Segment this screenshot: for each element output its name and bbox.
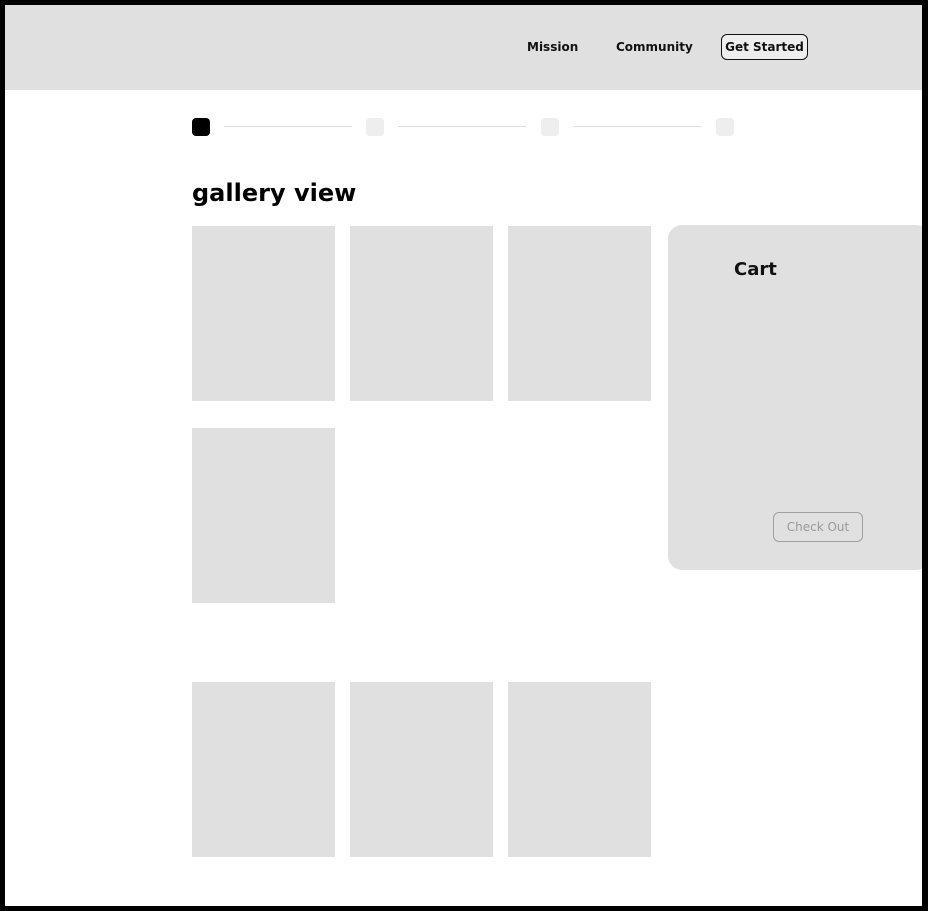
- step-3-indicator[interactable]: [541, 118, 559, 136]
- checkout-button[interactable]: Check Out: [773, 512, 863, 542]
- gallery-item[interactable]: [192, 428, 335, 603]
- get-started-button[interactable]: Get Started: [721, 34, 808, 60]
- cart-panel: Cart Check Out: [668, 225, 922, 570]
- cart-title: Cart: [734, 259, 777, 280]
- step-1-indicator[interactable]: [192, 118, 210, 136]
- app-frame: Mission Community Get Started gallery vi…: [5, 5, 922, 906]
- gallery-item[interactable]: [508, 682, 651, 857]
- gallery-item[interactable]: [192, 682, 335, 857]
- step-connector: [398, 126, 526, 127]
- gallery-item[interactable]: [508, 226, 651, 401]
- step-4-indicator[interactable]: [716, 118, 734, 136]
- step-connector: [573, 126, 701, 127]
- top-nav-bar: Mission Community Get Started: [5, 5, 922, 90]
- nav-link-community[interactable]: Community: [616, 40, 693, 54]
- gallery-item[interactable]: [350, 226, 493, 401]
- page-title: gallery view: [192, 179, 357, 207]
- step-connector: [224, 126, 352, 127]
- gallery-item[interactable]: [350, 682, 493, 857]
- gallery-item[interactable]: [192, 226, 335, 401]
- nav-link-mission[interactable]: Mission: [527, 40, 578, 54]
- step-2-indicator[interactable]: [366, 118, 384, 136]
